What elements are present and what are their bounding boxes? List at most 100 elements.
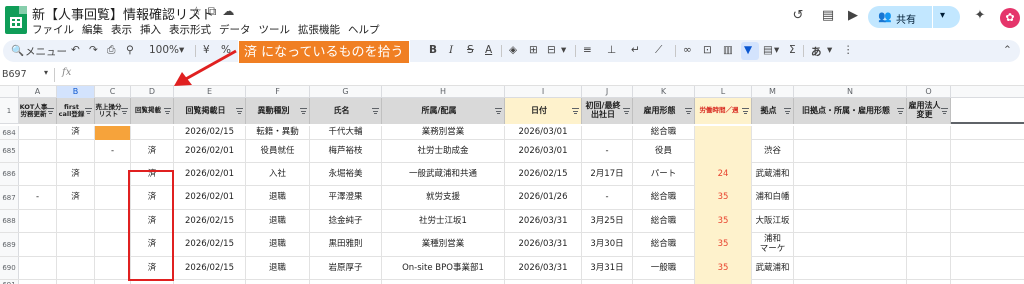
column-letter-l[interactable]: L <box>695 86 752 98</box>
column-header-h[interactable]: 所属/配属 <box>382 98 505 124</box>
cell-l[interactable] <box>695 280 752 284</box>
history-icon[interactable]: ↺ <box>790 8 806 24</box>
cell-h[interactable]: 社労士江坂1 <box>382 210 505 233</box>
cell-g[interactable]: 永堀裕美 <box>310 163 382 186</box>
cell-i[interactable]: 2026/03/01 <box>505 126 582 140</box>
cell-m[interactable]: 武蔵浦和 <box>752 257 794 280</box>
cell-j[interactable]: 3月31日 <box>582 257 633 280</box>
text-rotation-icon[interactable]: ⟋ <box>655 44 662 57</box>
move-folder-icon[interactable]: ⧉ <box>208 4 217 19</box>
cell-i[interactable] <box>505 280 582 284</box>
filter-icon[interactable] <box>164 108 171 114</box>
cell-g[interactable]: 梅芦裕枝 <box>310 140 382 163</box>
filter-icon[interactable] <box>236 108 243 114</box>
cell-a[interactable] <box>19 126 57 140</box>
menu-edit[interactable]: 編集 <box>82 22 103 37</box>
undo-icon[interactable]: ↶ <box>71 44 80 56</box>
cell-m[interactable]: 浦和 マーケ <box>752 233 794 257</box>
cell-k[interactable] <box>633 280 695 284</box>
cell-a[interactable]: - <box>19 186 57 210</box>
filter-icon[interactable] <box>941 108 948 114</box>
valign-icon[interactable]: ⊥ <box>607 44 616 56</box>
collapse-toolbar-icon[interactable]: ⌃ <box>1003 44 1012 56</box>
cell-g[interactable]: 千代大輔 <box>310 126 382 140</box>
cell-m[interactable] <box>752 126 794 140</box>
cell-a[interactable] <box>19 210 57 233</box>
cell-c[interactable]: - <box>95 140 131 163</box>
column-header-l[interactable]: 労働時間／週 <box>695 98 752 124</box>
cell-g[interactable]: 平澤澄果 <box>310 186 382 210</box>
cell-a[interactable] <box>19 140 57 163</box>
cell-c[interactable] <box>95 257 131 280</box>
cell-o[interactable] <box>907 280 951 284</box>
filter-icon[interactable]: ▼ <box>744 44 752 56</box>
cell-j[interactable]: 3月25日 <box>582 210 633 233</box>
cell-n[interactable] <box>794 257 907 280</box>
text-color-icon[interactable]: A <box>485 44 492 56</box>
cell-c[interactable] <box>95 126 131 140</box>
cell-c[interactable] <box>95 210 131 233</box>
menu-format[interactable]: 表示形式 <box>169 22 211 37</box>
cell-e[interactable]: 2026/02/01 <box>174 163 246 186</box>
cell-m[interactable]: 大阪江坂 <box>752 210 794 233</box>
cell-k[interactable]: パート <box>633 163 695 186</box>
cell-g[interactable]: 捻金純子 <box>310 210 382 233</box>
gemini-sparkle-icon[interactable]: ✦ <box>972 8 988 24</box>
column-header-m[interactable]: 拠点 <box>752 98 794 124</box>
cell-f[interactable]: 入社 <box>246 163 310 186</box>
cell-i[interactable]: 2026/03/31 <box>505 210 582 233</box>
column-header-a[interactable]: KOT人事労務更新 <box>19 98 57 124</box>
meet-video-icon[interactable]: ▶ <box>845 8 861 24</box>
search-icon[interactable]: 🔍 <box>11 44 24 57</box>
filter-icon[interactable] <box>47 108 54 114</box>
cell-m[interactable]: 渋谷 <box>752 140 794 163</box>
cell-m[interactable] <box>752 280 794 284</box>
column-header-c[interactable]: 売上操分リスト <box>95 98 131 124</box>
cell-j[interactable] <box>582 280 633 284</box>
cell-d[interactable] <box>131 126 174 140</box>
column-header-e[interactable]: 回覧掲載日 <box>174 98 246 124</box>
column-header-d[interactable]: 回覧掲載 <box>131 98 174 124</box>
cell-o[interactable] <box>907 210 951 233</box>
cell-l[interactable]: 35 <box>695 233 752 257</box>
column-header-j[interactable]: 初回/最終出社日 <box>582 98 633 124</box>
cell-l[interactable]: 24 <box>695 163 752 186</box>
cell-e[interactable]: 2026/02/15 <box>174 257 246 280</box>
column-letter-j[interactable]: J <box>582 86 633 98</box>
cell-c[interactable] <box>95 186 131 210</box>
column-letter-i[interactable]: I <box>505 86 582 98</box>
cell-f[interactable] <box>246 280 310 284</box>
cell-k[interactable]: 役員 <box>633 140 695 163</box>
cell-g[interactable] <box>310 280 382 284</box>
comment-add-icon[interactable]: ⊡ <box>703 44 712 56</box>
cell-j[interactable] <box>582 126 633 140</box>
cell-o[interactable] <box>907 163 951 186</box>
merge-cells-icon[interactable]: ⊟ <box>547 44 556 56</box>
functions-icon[interactable]: Σ <box>789 44 796 56</box>
star-icon[interactable]: ☆ <box>191 4 202 19</box>
cell-n[interactable] <box>794 126 907 140</box>
cell-b[interactable] <box>57 140 95 163</box>
cell-e[interactable]: 2026/02/15 <box>174 126 246 140</box>
column-letter-n[interactable]: N <box>794 86 907 98</box>
cell-j[interactable]: - <box>582 140 633 163</box>
search-menus[interactable]: メニュー <box>25 44 67 59</box>
cell-f[interactable]: 退職 <box>246 210 310 233</box>
column-letter-h[interactable]: H <box>382 86 505 98</box>
filter-icon[interactable] <box>685 108 692 114</box>
column-header-b[interactable]: first call登録 <box>57 98 95 124</box>
cell-a[interactable] <box>19 233 57 257</box>
cell-h[interactable]: 社労士助成金 <box>382 140 505 163</box>
column-letter-o[interactable]: O <box>907 86 951 98</box>
cell-d[interactable]: 済 <box>131 140 174 163</box>
column-header-o[interactable]: 雇用法人変更 <box>907 98 951 124</box>
cell-l[interactable]: 35 <box>695 257 752 280</box>
menu-tools[interactable]: ツール <box>259 22 291 37</box>
column-letter-f[interactable]: F <box>246 86 310 98</box>
cell-n[interactable] <box>794 233 907 257</box>
align-left-icon[interactable]: ≡ <box>583 44 592 56</box>
cell-f[interactable]: 退職 <box>246 233 310 257</box>
row-number[interactable]: 1 <box>0 98 19 124</box>
cloud-status-icon[interactable]: ☁ <box>222 4 234 19</box>
column-header-n[interactable]: 旧拠点・所属・雇用形態 <box>794 98 907 124</box>
